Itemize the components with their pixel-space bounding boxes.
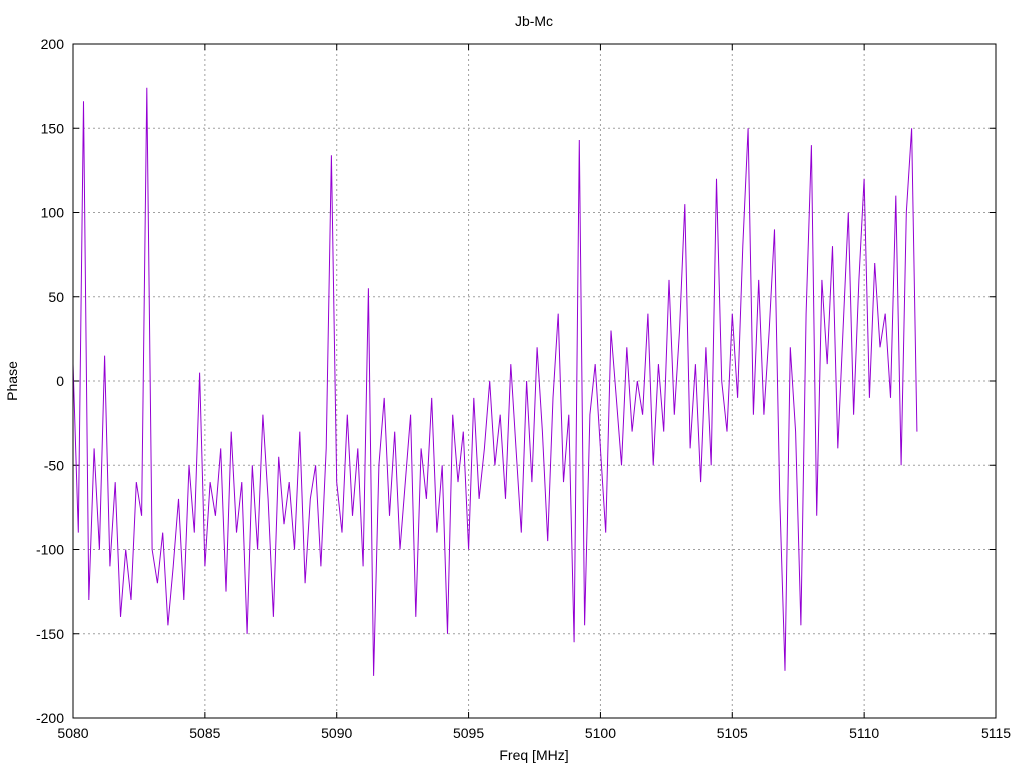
y-tick-label: -100: [36, 542, 64, 558]
y-tick-label: -200: [36, 710, 64, 726]
y-tick-label: 150: [41, 120, 65, 136]
x-tick-label: 5090: [321, 725, 352, 741]
phase-chart: 5080 5085 5090 5095 5100 5105 5110 5115 -200 -150…: [4, 13, 1011, 763]
x-tick-label: 5080: [57, 725, 88, 741]
y-tick-label: 50: [48, 289, 64, 305]
x-tick-label: 5085: [189, 725, 220, 741]
y-tick-label: -50: [44, 457, 64, 473]
x-tick-label: 5110: [849, 725, 879, 741]
y-axis-label: Phase: [4, 361, 20, 401]
x-tick-label: 5100: [585, 725, 616, 741]
y-tick-label: 200: [41, 36, 65, 52]
axis-ticks: 5080 5085 5090 5095 5100 5105 5110 5115 -200 -150…: [36, 36, 1011, 741]
x-tick-label: 5095: [453, 725, 484, 741]
series-layer: [72, 87, 918, 676]
y-tick-label: 100: [41, 205, 65, 221]
y-tick-label: -150: [36, 626, 64, 642]
chart-title: Jb-Mc: [515, 13, 553, 29]
x-tick-label: 5115: [981, 725, 1011, 741]
grid: [73, 44, 996, 718]
y-tick-label: 0: [56, 373, 64, 389]
series-line-phase: [72, 87, 918, 676]
x-tick-label: 5105: [717, 725, 748, 741]
x-axis-label: Freq [MHz]: [499, 747, 568, 763]
